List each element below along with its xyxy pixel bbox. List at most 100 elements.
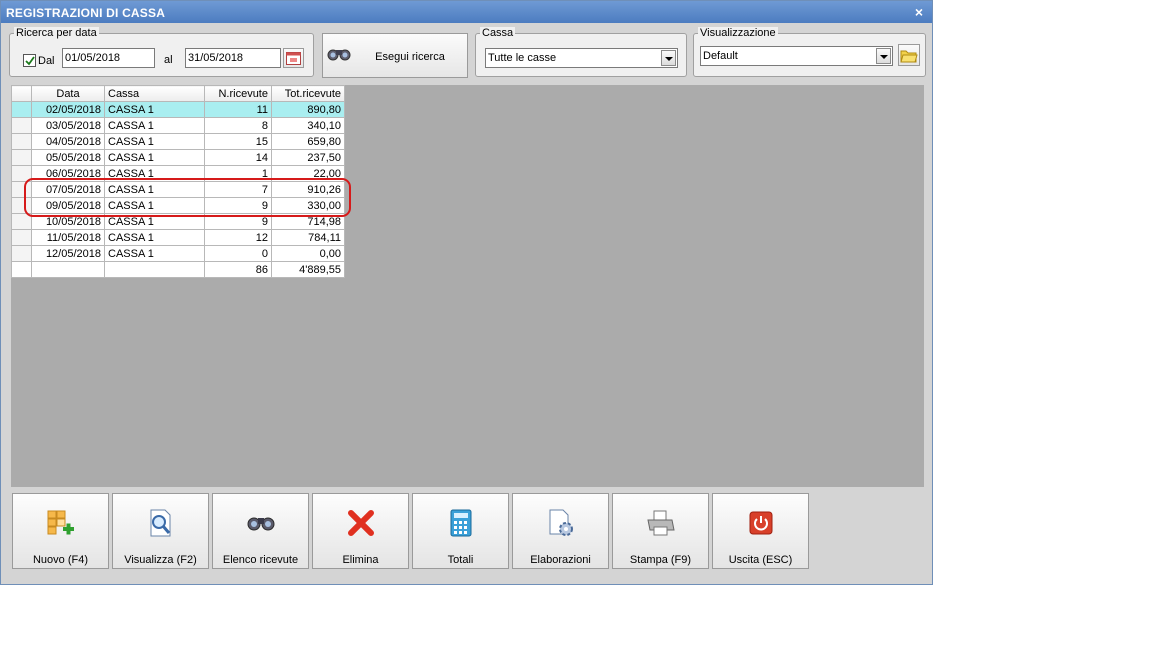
table-row[interactable]: 02/05/2018 CASSA 1 11 890,80 bbox=[11, 101, 345, 118]
magnifier-document-icon bbox=[150, 509, 171, 537]
row-selector[interactable] bbox=[11, 117, 32, 134]
new-button-label: Nuovo (F4) bbox=[32, 554, 89, 566]
checkmark-icon bbox=[25, 56, 35, 66]
cell-cassa: CASSA 1 bbox=[104, 245, 205, 262]
cell-data: 11/05/2018 bbox=[31, 229, 105, 246]
cell-tot-ricevute: 0,00 bbox=[271, 245, 345, 262]
date-search-group: Ricerca per data Dal 01/05/2018 al 31/05… bbox=[9, 27, 314, 77]
close-button[interactable]: × bbox=[915, 4, 923, 20]
to-date-input[interactable]: 31/05/2018 bbox=[185, 48, 281, 68]
table-row[interactable]: 04/05/2018 CASSA 1 15 659,80 bbox=[11, 133, 345, 150]
table-row[interactable]: 05/05/2018 CASSA 1 14 237,50 bbox=[11, 149, 345, 166]
cell-n-ricevute: 12 bbox=[204, 229, 272, 246]
total-cell-empty bbox=[31, 261, 105, 278]
totals-button[interactable]: Totali bbox=[412, 493, 509, 569]
totals-button-label: Totali bbox=[447, 554, 474, 566]
window-title: REGISTRAZIONI DI CASSA bbox=[6, 6, 166, 20]
cassa-legend: Cassa bbox=[480, 27, 516, 39]
new-button[interactable]: Nuovo (F4) bbox=[12, 493, 109, 569]
view-button[interactable]: Visualizza (F2) bbox=[112, 493, 209, 569]
row-selector[interactable] bbox=[11, 101, 32, 118]
view-button-label: Visualizza (F2) bbox=[124, 554, 197, 566]
chevron-down-icon[interactable] bbox=[876, 48, 891, 64]
cell-cassa: CASSA 1 bbox=[104, 101, 205, 118]
to-label: al bbox=[164, 54, 173, 66]
column-header-data[interactable]: Data bbox=[31, 85, 105, 102]
column-header-tot-ricevute[interactable]: Tot.ricevute bbox=[271, 85, 345, 102]
table-row[interactable]: 03/05/2018 CASSA 1 8 340,10 bbox=[11, 117, 345, 134]
cell-tot-ricevute: 340,10 bbox=[271, 117, 345, 134]
data-grid-area: Data Cassa N.ricevute Tot.ricevute 02/05… bbox=[11, 85, 924, 487]
delete-button-label: Elimina bbox=[342, 554, 379, 566]
exit-button[interactable]: Uscita (ESC) bbox=[712, 493, 809, 569]
cell-n-ricevute: 11 bbox=[204, 101, 272, 118]
totals-row: 86 4'889,55 bbox=[11, 261, 345, 278]
gear-document-icon bbox=[549, 509, 573, 536]
cassa-selected-value: Tutte le casse bbox=[488, 52, 557, 64]
cell-n-ricevute: 14 bbox=[204, 149, 272, 166]
cell-tot-ricevute: 784,11 bbox=[271, 229, 345, 246]
print-button-label: Stampa (F9) bbox=[629, 554, 692, 566]
column-header-cassa[interactable]: Cassa bbox=[104, 85, 205, 102]
cell-cassa: CASSA 1 bbox=[104, 133, 205, 150]
row-selector[interactable] bbox=[11, 229, 32, 246]
row-selector bbox=[11, 261, 32, 278]
grid-header-row: Data Cassa N.ricevute Tot.ricevute bbox=[11, 85, 345, 102]
cell-tot-ricevute: 890,80 bbox=[271, 101, 345, 118]
cell-cassa: CASSA 1 bbox=[104, 117, 205, 134]
print-button[interactable]: Stampa (F9) bbox=[612, 493, 709, 569]
receipts-list-button-label: Elenco ricevute bbox=[222, 554, 299, 566]
folder-button[interactable] bbox=[898, 44, 920, 66]
row-selector[interactable] bbox=[11, 133, 32, 150]
date-search-legend: Ricerca per data bbox=[14, 27, 99, 39]
red-x-icon bbox=[348, 510, 374, 536]
cell-tot-ricevute: 659,80 bbox=[271, 133, 345, 150]
cell-data: 03/05/2018 bbox=[31, 117, 105, 134]
view-selected-value: Default bbox=[703, 50, 738, 62]
cell-n-ricevute: 15 bbox=[204, 133, 272, 150]
cell-data: 12/05/2018 bbox=[31, 245, 105, 262]
binoculars-icon bbox=[247, 517, 275, 531]
dal-label: Dal bbox=[38, 55, 55, 67]
processing-button-label: Elaborazioni bbox=[530, 554, 591, 566]
new-grid-icon bbox=[47, 510, 74, 535]
calculator-icon bbox=[450, 509, 472, 537]
view-group: Visualizzazione Default bbox=[693, 27, 926, 77]
table-row[interactable]: 12/05/2018 CASSA 1 0 0,00 bbox=[11, 245, 345, 262]
cassa-select[interactable]: Tutte le casse bbox=[485, 48, 678, 68]
cell-data: 05/05/2018 bbox=[31, 149, 105, 166]
calendar-button[interactable] bbox=[283, 48, 304, 68]
row-selector-header bbox=[11, 85, 32, 102]
power-icon bbox=[749, 511, 773, 535]
main-window: REGISTRAZIONI DI CASSA × Ricerca per dat… bbox=[0, 0, 933, 585]
calendar-icon bbox=[286, 52, 301, 65]
table-row[interactable]: 11/05/2018 CASSA 1 12 784,11 bbox=[11, 229, 345, 246]
chevron-down-icon[interactable] bbox=[661, 50, 676, 66]
view-select[interactable]: Default bbox=[700, 46, 893, 66]
cell-data: 04/05/2018 bbox=[31, 133, 105, 150]
receipts-list-button[interactable]: Elenco ricevute bbox=[212, 493, 309, 569]
title-bar[interactable]: REGISTRAZIONI DI CASSA × bbox=[1, 1, 932, 23]
processing-button[interactable]: Elaborazioni bbox=[512, 493, 609, 569]
cell-n-ricevute: 8 bbox=[204, 117, 272, 134]
total-cell-empty bbox=[104, 261, 205, 278]
total-tot-ricevute: 4'889,55 bbox=[271, 261, 345, 278]
printer-icon bbox=[647, 510, 675, 536]
exit-button-label: Uscita (ESC) bbox=[728, 554, 793, 566]
total-n-ricevute: 86 bbox=[204, 261, 272, 278]
cell-cassa: CASSA 1 bbox=[104, 229, 205, 246]
cassa-group: Cassa Tutte le casse bbox=[475, 27, 687, 77]
dal-checkbox[interactable] bbox=[23, 54, 36, 67]
search-button-label: Esegui ricerca bbox=[375, 51, 445, 63]
red-highlight-annotation bbox=[24, 178, 351, 217]
delete-button[interactable]: Elimina bbox=[312, 493, 409, 569]
folder-icon bbox=[900, 50, 918, 63]
from-date-input[interactable]: 01/05/2018 bbox=[62, 48, 155, 68]
cell-n-ricevute: 0 bbox=[204, 245, 272, 262]
view-legend: Visualizzazione bbox=[698, 27, 778, 39]
row-selector[interactable] bbox=[11, 245, 32, 262]
binoculars-icon bbox=[327, 49, 351, 61]
row-selector[interactable] bbox=[11, 149, 32, 166]
column-header-n-ricevute[interactable]: N.ricevute bbox=[204, 85, 272, 102]
search-button[interactable]: Esegui ricerca bbox=[322, 33, 468, 78]
